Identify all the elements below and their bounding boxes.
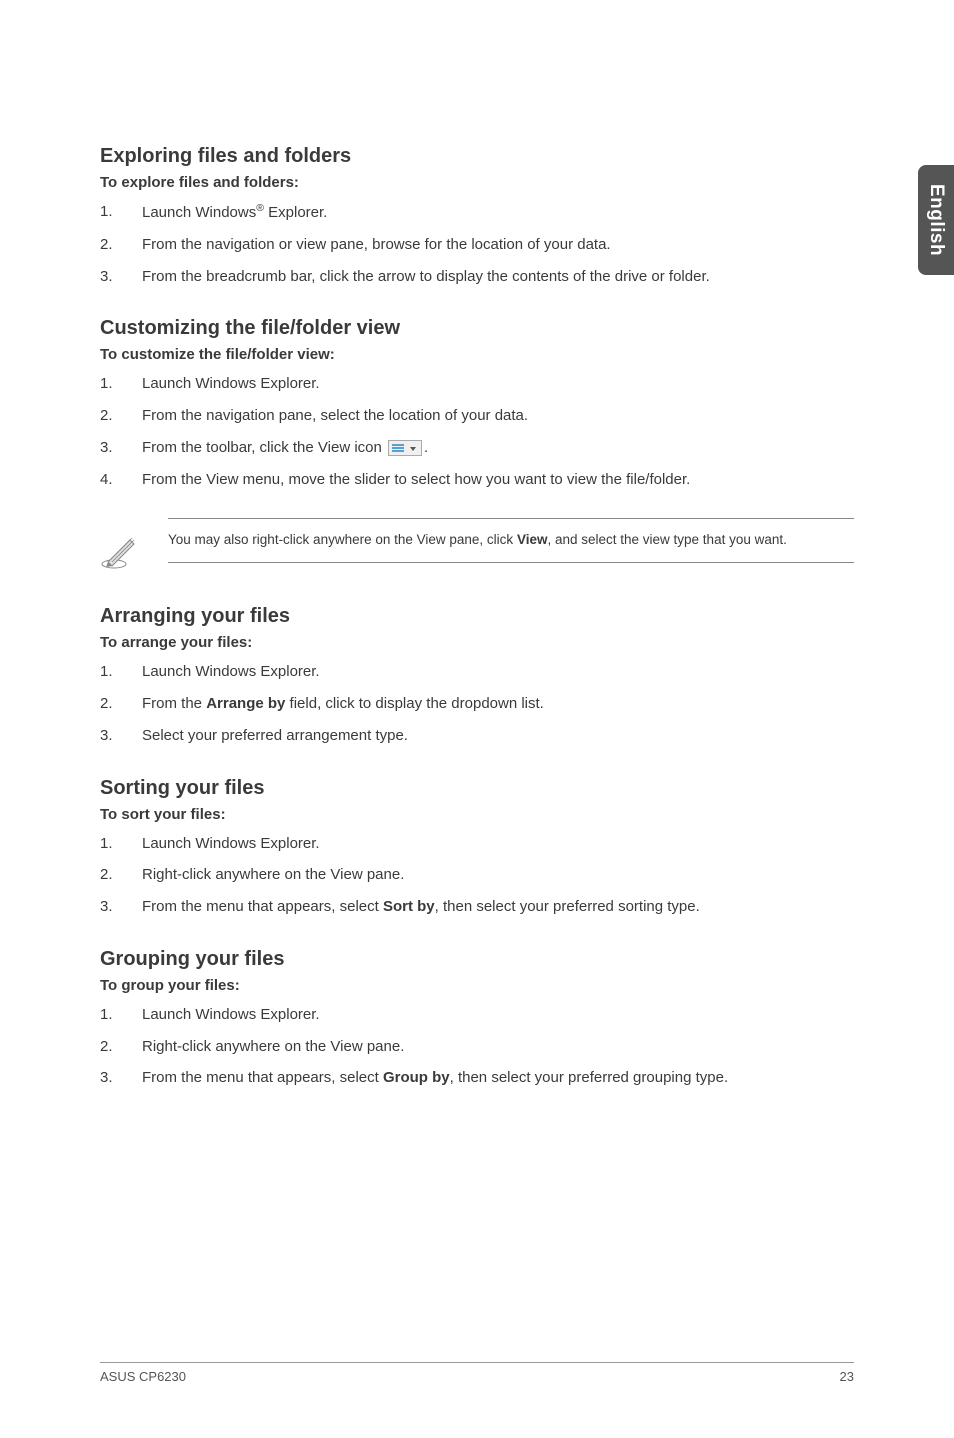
list-item: From the View menu, move the slider to s… [100,469,854,491]
section-grouping: Grouping your files To group your files:… [100,948,854,1089]
step-bold: Arrange by [206,695,285,712]
section-arranging: Arranging your files To arrange your fil… [100,605,854,746]
heading-exploring: Exploring files and folders [100,145,854,168]
steps-exploring: Launch Windows® Explorer. From the navig… [100,201,854,287]
steps-grouping: Launch Windows Explorer. Right-click any… [100,1004,854,1089]
registered-mark: ® [256,202,264,214]
step-text: From the View menu, move the slider to s… [142,471,690,488]
list-item: From the menu that appears, select Group… [100,1067,854,1089]
page-footer: ASUS CP6230 23 [100,1362,854,1384]
step-text: Launch Windows Explorer. [142,663,320,680]
list-item: From the navigation pane, select the loc… [100,405,854,427]
section-exploring: Exploring files and folders To explore f… [100,145,854,287]
step-text: Explorer. [264,204,327,221]
subhead-sorting: To sort your files: [100,806,854,823]
step-text: From the [142,695,206,712]
step-text: From the menu that appears, select [142,1069,383,1086]
page-number: 23 [840,1369,854,1384]
heading-sorting: Sorting your files [100,777,854,800]
section-customizing: Customizing the file/folder view To cust… [100,317,854,575]
step-text: . [424,439,428,456]
note-text-part: , and select the view type that you want… [547,532,786,547]
steps-customizing: Launch Windows Explorer. From the naviga… [100,373,854,490]
page-content: Exploring files and folders To explore f… [0,0,954,1089]
steps-sorting: Launch Windows Explorer. Right-click any… [100,833,854,918]
list-item: From the menu that appears, select Sort … [100,896,854,918]
step-text: Right-click anywhere on the View pane. [142,1038,404,1055]
list-item: Right-click anywhere on the View pane. [100,1036,854,1058]
step-text: From the navigation or view pane, browse… [142,236,611,253]
note-text-part: You may also right-click anywhere on the… [168,532,517,547]
note-text: You may also right-click anywhere on the… [168,518,854,563]
language-tab-label: English [925,184,947,256]
section-sorting: Sorting your files To sort your files: L… [100,777,854,918]
footer-product: ASUS CP6230 [100,1369,186,1384]
list-item: From the Arrange by field, click to disp… [100,693,854,715]
step-text: Launch Windows Explorer. [142,835,320,852]
step-text: From the menu that appears, select [142,898,383,915]
subhead-grouping: To group your files: [100,977,854,994]
step-text: From the navigation pane, select the loc… [142,407,528,424]
list-item: Select your preferred arrangement type. [100,725,854,747]
view-icon [388,440,422,456]
step-text: , then select your preferred grouping ty… [450,1069,729,1086]
step-text: , then select your preferred sorting typ… [435,898,700,915]
step-text: Launch Windows Explorer. [142,1006,320,1023]
list-item: Launch Windows Explorer. [100,661,854,683]
heading-grouping: Grouping your files [100,948,854,971]
list-item: Launch Windows Explorer. [100,1004,854,1026]
language-tab: English [918,165,954,275]
step-text: Launch Windows Explorer. [142,375,320,392]
steps-arranging: Launch Windows Explorer. From the Arrang… [100,661,854,746]
list-item: From the breadcrumb bar, click the arrow… [100,266,854,288]
step-text: Launch Windows [142,204,256,221]
step-text: field, click to display the dropdown lis… [285,695,543,712]
list-item: Launch Windows Explorer. [100,833,854,855]
step-text: From the breadcrumb bar, click the arrow… [142,268,710,285]
list-item: From the navigation or view pane, browse… [100,234,854,256]
list-item: Launch Windows Explorer. [100,373,854,395]
note: You may also right-click anywhere on the… [100,518,854,575]
pencil-icon [100,530,140,575]
step-bold: Group by [383,1069,450,1086]
note-bold: View [517,532,548,547]
step-text: Select your preferred arrangement type. [142,727,408,744]
heading-customizing: Customizing the file/folder view [100,317,854,340]
subhead-exploring: To explore files and folders: [100,174,854,191]
subhead-arranging: To arrange your files: [100,634,854,651]
step-bold: Sort by [383,898,435,915]
heading-arranging: Arranging your files [100,605,854,628]
step-text: From the toolbar, click the View icon [142,439,386,456]
list-item: From the toolbar, click the View icon . [100,437,854,459]
list-item: Launch Windows® Explorer. [100,201,854,224]
subhead-customizing: To customize the file/folder view: [100,346,854,363]
step-text: Right-click anywhere on the View pane. [142,866,404,883]
list-item: Right-click anywhere on the View pane. [100,864,854,886]
